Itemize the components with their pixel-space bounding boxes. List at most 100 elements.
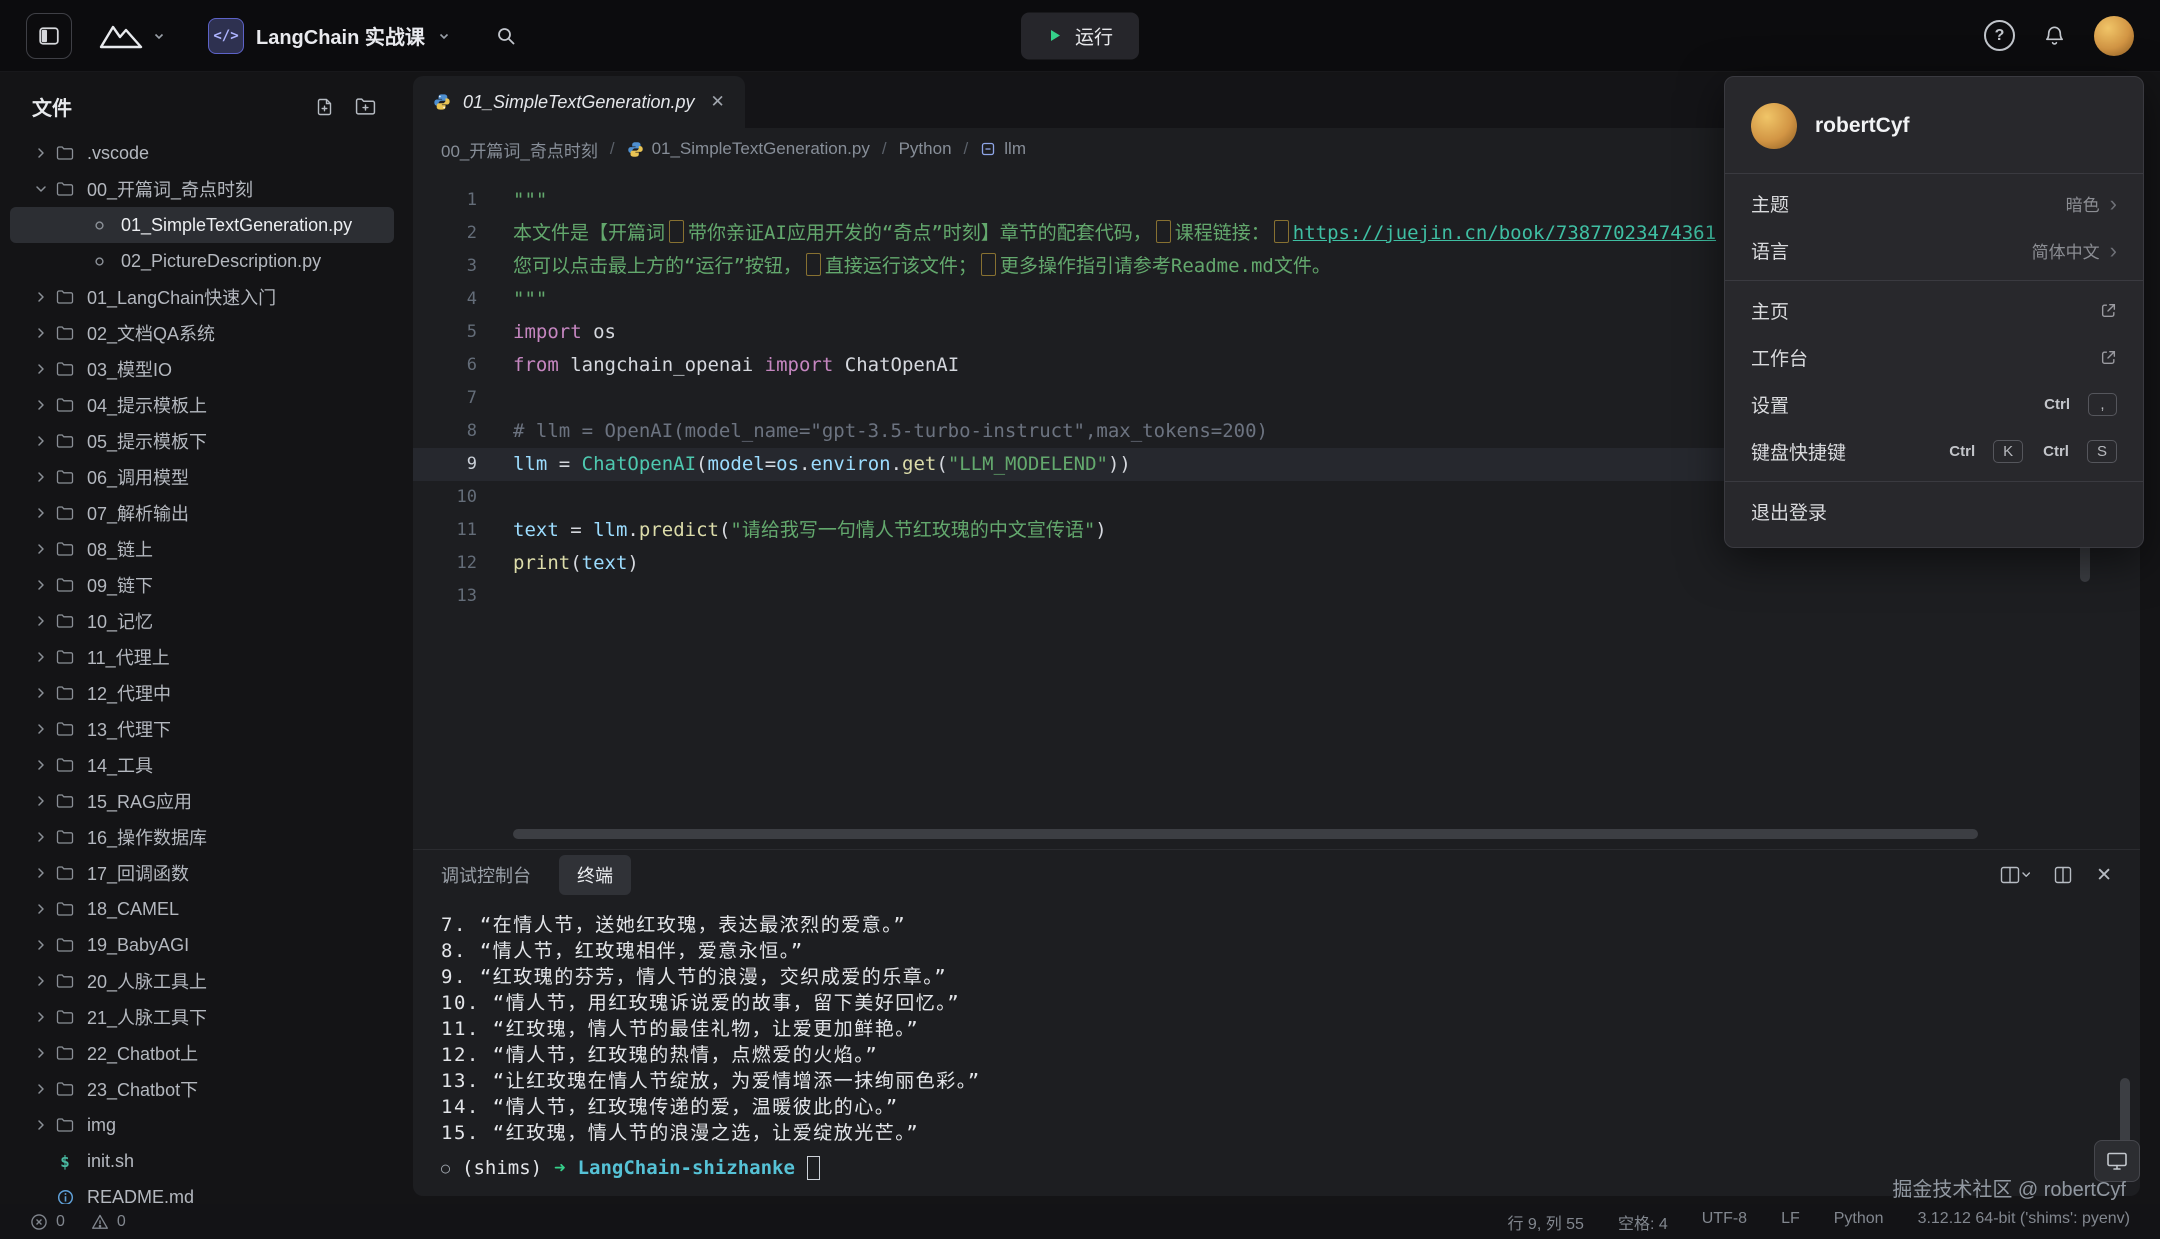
- tree-item[interactable]: README.md: [10, 1179, 394, 1204]
- shell-file-icon: $: [52, 1152, 78, 1171]
- line-number: 4: [413, 283, 477, 316]
- status-item[interactable]: UTF-8: [1702, 1210, 1747, 1234]
- notifications-bell-icon[interactable]: [2043, 24, 2066, 47]
- tree-item[interactable]: 17_回调函数: [10, 855, 394, 891]
- project-switcher[interactable]: </> LangChain 实战课: [208, 18, 451, 54]
- keycap: Ctrl: [2043, 443, 2069, 460]
- tree-item[interactable]: 22_Chatbot上: [10, 1035, 394, 1071]
- menu-item-home[interactable]: 主页: [1725, 287, 2143, 334]
- terminal[interactable]: 7. “在情人节，送她红玫瑰，表达最浓烈的爱意。”8. “情人节，红玫瑰相伴，爱…: [413, 900, 2140, 1196]
- status-item[interactable]: Python: [1834, 1210, 1884, 1234]
- breadcrumb-item[interactable]: llm: [980, 139, 1026, 159]
- tree-item[interactable]: 12_代理中: [10, 675, 394, 711]
- chevron-right-icon: [30, 687, 52, 699]
- panel-tab-terminal[interactable]: 终端: [559, 855, 631, 895]
- token-fg: .: [627, 519, 638, 541]
- chevron-down-icon: [437, 29, 451, 43]
- app-logo-menu[interactable]: [98, 23, 166, 49]
- prompt-arrow-icon: ➜: [554, 1157, 565, 1179]
- menu-item-value: [2100, 302, 2117, 319]
- tree-item[interactable]: 01_SimpleTextGeneration.py: [10, 207, 394, 243]
- menu-item-logout[interactable]: 退出登录: [1725, 488, 2143, 535]
- tree-item[interactable]: 21_人脉工具下: [10, 999, 394, 1035]
- tree-item[interactable]: 18_CAMEL: [10, 891, 394, 927]
- line-number: 6: [413, 349, 477, 382]
- menu-item-shortcuts[interactable]: 键盘快捷键CtrlKCtrlS: [1725, 428, 2143, 475]
- tree-item[interactable]: 08_链上: [10, 531, 394, 567]
- tree-item[interactable]: 15_RAG应用: [10, 783, 394, 819]
- play-icon: [1047, 28, 1063, 44]
- tree-item[interactable]: $init.sh: [10, 1143, 394, 1179]
- tree-item[interactable]: 03_模型IO: [10, 351, 394, 387]
- chevron-right-icon: ›: [2110, 193, 2117, 215]
- tree-item[interactable]: 14_工具: [10, 747, 394, 783]
- tree-item[interactable]: 20_人脉工具上: [10, 963, 394, 999]
- warnings-icon[interactable]: [91, 1213, 109, 1231]
- mountain-logo-icon: [98, 23, 144, 49]
- menu-item-language[interactable]: 语言简体中文›: [1725, 227, 2143, 274]
- line-number: 9: [413, 448, 477, 481]
- tree-item-label: 00_开篇词_奇点时刻: [87, 176, 253, 202]
- tree-item-label: 14_工具: [87, 752, 153, 778]
- tree-item[interactable]: 10_记忆: [10, 603, 394, 639]
- code-text: [477, 382, 513, 415]
- terminal-line: 14. “情人节，红玫瑰传递的爱，温暖彼此的心。”: [441, 1094, 2112, 1120]
- tree-item[interactable]: 02_文档QA系统: [10, 315, 394, 351]
- token-fg: (: [719, 519, 730, 541]
- tree-item[interactable]: 00_开篇词_奇点时刻: [10, 171, 394, 207]
- split-terminal-icon[interactable]: [2054, 866, 2072, 884]
- search-button[interactable]: [495, 25, 517, 47]
- breadcrumb-item[interactable]: 00_开篇词_奇点时刻: [441, 137, 598, 162]
- tree-item[interactable]: 13_代理下: [10, 711, 394, 747]
- status-item[interactable]: LF: [1781, 1210, 1800, 1234]
- errors-icon[interactable]: [30, 1213, 48, 1231]
- status-item[interactable]: 3.12.12 64-bit ('shims': pyenv): [1918, 1210, 2130, 1234]
- tree-item[interactable]: 05_提示模板下: [10, 423, 394, 459]
- folder-icon: [52, 685, 78, 701]
- tree-item[interactable]: 04_提示模板上: [10, 387, 394, 423]
- token-fg: .: [891, 453, 902, 475]
- editor-tab[interactable]: 01_SimpleTextGeneration.py ✕: [413, 76, 745, 128]
- tree-item[interactable]: 11_代理上: [10, 639, 394, 675]
- run-button[interactable]: 运行: [1021, 12, 1139, 59]
- tree-item[interactable]: 23_Chatbot下: [10, 1071, 394, 1107]
- token-cls: ChatOpenAI: [582, 453, 696, 475]
- breadcrumb-label: Python: [899, 139, 952, 159]
- tree-item-label: 12_代理中: [87, 680, 171, 706]
- code-line: 12print(text): [413, 547, 2140, 580]
- tree-item-label: 05_提示模板下: [87, 428, 207, 454]
- code-text: """: [477, 283, 547, 316]
- close-panel-icon[interactable]: ✕: [2096, 864, 2112, 887]
- line-number: 3: [413, 250, 477, 283]
- tree-item[interactable]: 16_操作数据库: [10, 819, 394, 855]
- token-str: 您可以点击最上方的“运行”按钮，: [513, 255, 802, 277]
- token-cmt: # llm = OpenAI(model_name="gpt-3.5-turbo…: [513, 420, 1268, 442]
- tree-item[interactable]: 01_LangChain快速入门: [10, 279, 394, 315]
- new-file-icon[interactable]: [315, 97, 335, 117]
- tree-item[interactable]: .vscode: [10, 135, 394, 171]
- close-tab-icon[interactable]: ✕: [710, 92, 724, 112]
- tree-item[interactable]: 02_PictureDescription.py: [10, 243, 394, 279]
- folder-icon: [52, 1045, 78, 1061]
- tree-item[interactable]: 09_链下: [10, 567, 394, 603]
- menu-item-workbench[interactable]: 工作台: [1725, 334, 2143, 381]
- code-text: import os: [477, 316, 616, 349]
- panel-layout-icon[interactable]: [2000, 866, 2030, 884]
- help-button[interactable]: ?: [1984, 20, 2015, 51]
- menu-item-theme[interactable]: 主题暗色›: [1725, 180, 2143, 227]
- new-folder-icon[interactable]: [355, 97, 376, 116]
- breadcrumb-item[interactable]: 01_SimpleTextGeneration.py: [627, 139, 870, 159]
- tree-item[interactable]: 06_调用模型: [10, 459, 394, 495]
- user-avatar[interactable]: [2094, 16, 2134, 56]
- horizontal-scrollbar[interactable]: [513, 829, 1978, 839]
- menu-item-settings[interactable]: 设置Ctrl,: [1725, 381, 2143, 428]
- tree-item[interactable]: 19_BabyAGI: [10, 927, 394, 963]
- panel-tab-debug-console[interactable]: 调试控制台: [441, 862, 531, 888]
- tree-item[interactable]: 07_解析输出: [10, 495, 394, 531]
- tree-item[interactable]: img: [10, 1107, 394, 1143]
- breadcrumb-item[interactable]: Python: [899, 139, 952, 159]
- status-item[interactable]: 行 9, 列 55: [1507, 1210, 1583, 1234]
- code-text: text = llm.predict("请给我写一句情人节红玫瑰的中文宣传语"): [477, 514, 1107, 547]
- sidebar-toggle-button[interactable]: [26, 13, 72, 59]
- status-item[interactable]: 空格: 4: [1618, 1210, 1668, 1234]
